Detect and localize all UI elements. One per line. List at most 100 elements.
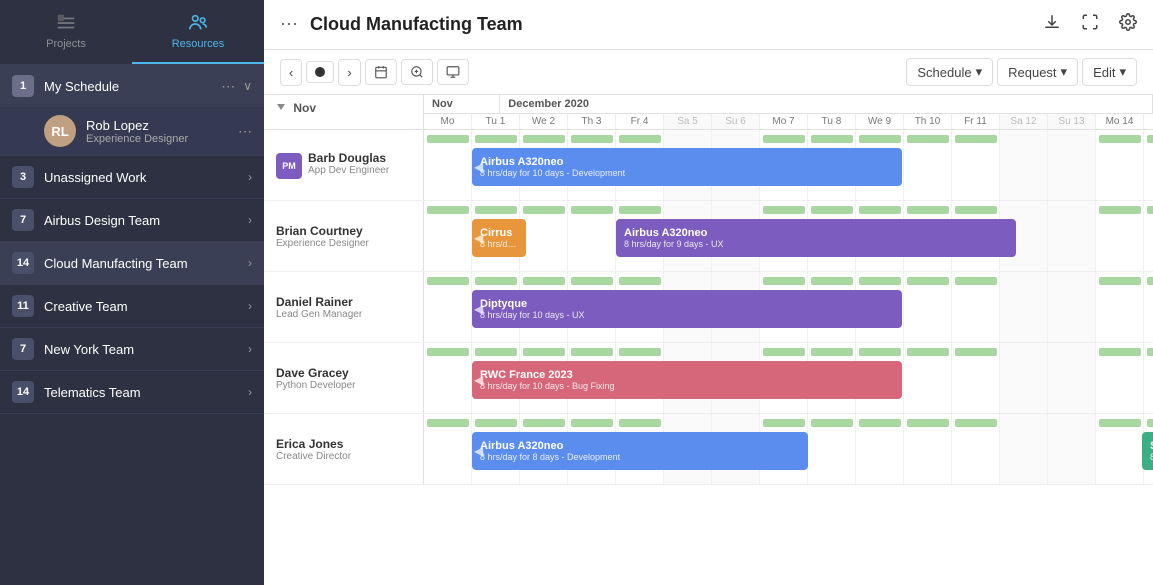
availability-bar <box>619 135 661 143</box>
monitor-button[interactable] <box>437 59 469 85</box>
person-name: Barb Douglas <box>308 151 389 165</box>
telematics-chevron[interactable]: › <box>248 385 252 399</box>
person-role: App Dev Engineer <box>308 165 389 176</box>
resources-tab-label: Resources <box>172 38 225 50</box>
availability-bar <box>907 277 949 285</box>
availability-bar <box>907 419 949 427</box>
availability-cell <box>1144 134 1153 144</box>
zoom-button[interactable] <box>401 59 433 85</box>
availability-cell <box>472 418 520 428</box>
availability-bar <box>955 419 997 427</box>
settings-icon[interactable] <box>1119 13 1137 36</box>
availability-bar <box>955 135 997 143</box>
calendar-icon-button[interactable] <box>365 59 397 85</box>
availability-cell <box>1048 347 1096 357</box>
availability-cell <box>472 205 520 215</box>
calendar-row: Brian CourtneyExperience Designer◀Cirrus… <box>264 201 1153 272</box>
availability-cell <box>952 276 1000 286</box>
next-button[interactable]: › <box>338 59 360 86</box>
availability-cell <box>568 205 616 215</box>
telematics-header[interactable]: 14 Telematics Team › <box>0 371 264 413</box>
availability-bar <box>1147 135 1153 143</box>
nov-collapse-label: Nov <box>293 101 316 115</box>
task-bar[interactable]: ◀Cirrus8 hrs/da... <box>472 219 526 257</box>
task-bar[interactable]: ◀RWC France 20238 hrs/day for 10 days - … <box>472 361 902 399</box>
availability-cell <box>520 205 568 215</box>
edit-dropdown[interactable]: Edit ▾ <box>1082 58 1137 86</box>
creative-header[interactable]: 11 Creative Team › <box>0 285 264 327</box>
sidebar-section-creative: 11 Creative Team › <box>0 285 264 328</box>
dates-header: Nov December 2020 MoTu 1We 2Th 3Fr 4Sa 5… <box>424 95 1153 129</box>
day-cell: Tu 1 <box>472 114 520 129</box>
schedule-dropdown[interactable]: Schedule ▾ <box>906 58 993 86</box>
sidebar-tab-projects[interactable]: Projects <box>0 0 132 64</box>
availability-cell <box>616 418 664 428</box>
topbar: ⋯ Cloud Manufacting Team <box>264 0 1153 50</box>
availability-cell <box>712 276 760 286</box>
availability-cell <box>760 347 808 357</box>
person-col: Dave GraceyPython Developer <box>264 343 424 413</box>
task-bar[interactable]: ◀Airbus A320neo8 hrs/day for 10 days - D… <box>472 148 902 186</box>
availability-cell <box>904 205 952 215</box>
cloud-header[interactable]: 14 Cloud Manufacting Team › <box>0 242 264 284</box>
availability-cell <box>952 418 1000 428</box>
day-cell: Mo 7 <box>760 114 808 129</box>
task-bar[interactable]: ◀Diptyque8 hrs/day for 10 days - UX <box>472 290 902 328</box>
dec-month: December 2020 <box>500 95 1153 113</box>
person-col: PMBarb DouglasApp Dev Engineer <box>264 130 424 200</box>
my-schedule-number: 1 <box>12 75 34 97</box>
availability-bar <box>859 348 901 356</box>
task-detail: 8 hrs/day for 10 days - Development <box>480 168 894 178</box>
availability-cell <box>568 276 616 286</box>
unassigned-chevron[interactable]: › <box>248 170 252 184</box>
airbus-header[interactable]: 7 Airbus Design Team › <box>0 199 264 241</box>
topbar-dots[interactable]: ⋯ <box>280 14 298 35</box>
availability-bar <box>427 135 469 143</box>
availability-cell <box>424 418 472 428</box>
person-role: Python Developer <box>276 380 411 391</box>
user-info-rob: Rob Lopez Experience Designer <box>86 118 238 145</box>
availability-bar <box>523 277 565 285</box>
task-bar[interactable]: ◀Airbus A320neo8 hrs/day for 8 days - De… <box>472 432 808 470</box>
day-cell: Sa 12 <box>1000 114 1048 129</box>
day-cell: We 9 <box>856 114 904 129</box>
expand-icon[interactable] <box>1081 13 1099 36</box>
cloud-chevron[interactable]: › <box>248 256 252 270</box>
user-dots-rob[interactable]: ⋯ <box>238 123 252 140</box>
today-button[interactable] <box>306 61 334 83</box>
sidebar-section-cloud: 14 Cloud Manufacting Team › <box>0 242 264 285</box>
availability-bar <box>523 206 565 214</box>
task-bar[interactable]: Airbus A320neo8 hrs/day for 9 days - UX <box>616 219 1016 257</box>
availability-bar <box>907 348 949 356</box>
availability-cell <box>424 347 472 357</box>
airbus-chevron[interactable]: › <box>248 213 252 227</box>
unassigned-header[interactable]: 3 Unassigned Work › <box>0 156 264 198</box>
availability-bar <box>475 277 517 285</box>
availability-cell <box>664 205 712 215</box>
sidebar-section-unassigned: 3 Unassigned Work › <box>0 156 264 199</box>
sidebar-tab-resources[interactable]: Resources <box>132 0 264 64</box>
prev-button[interactable]: ‹ <box>280 59 302 86</box>
availability-cell <box>1000 347 1048 357</box>
my-schedule-header[interactable]: 1 My Schedule ⋯ ∨ <box>0 65 264 107</box>
sidebar-section-telematics: 14 Telematics Team › <box>0 371 264 414</box>
download-icon[interactable] <box>1043 13 1061 36</box>
creative-chevron[interactable]: › <box>248 299 252 313</box>
newyork-header[interactable]: 7 New York Team › <box>0 328 264 370</box>
availability-bar <box>1099 206 1141 214</box>
availability-cell <box>904 347 952 357</box>
my-schedule-dots[interactable]: ⋯ <box>221 78 235 95</box>
availability-cell <box>424 205 472 215</box>
availability-cell <box>424 134 472 144</box>
availability-cell <box>1048 418 1096 428</box>
newyork-chevron[interactable]: › <box>248 342 252 356</box>
availability-cell <box>664 276 712 286</box>
task-title: Airbus A320neo <box>480 156 894 168</box>
my-schedule-chevron[interactable]: ∨ <box>243 79 252 93</box>
task-bar[interactable]: Sky Sports F18 hrs/day for 6 days - Gene… <box>1142 432 1153 470</box>
request-dropdown[interactable]: Request ▾ <box>997 58 1078 86</box>
day-cell: Tu 8 <box>808 114 856 129</box>
availability-bar <box>1147 348 1153 356</box>
availability-cell <box>712 347 760 357</box>
availability-bar <box>1099 135 1141 143</box>
